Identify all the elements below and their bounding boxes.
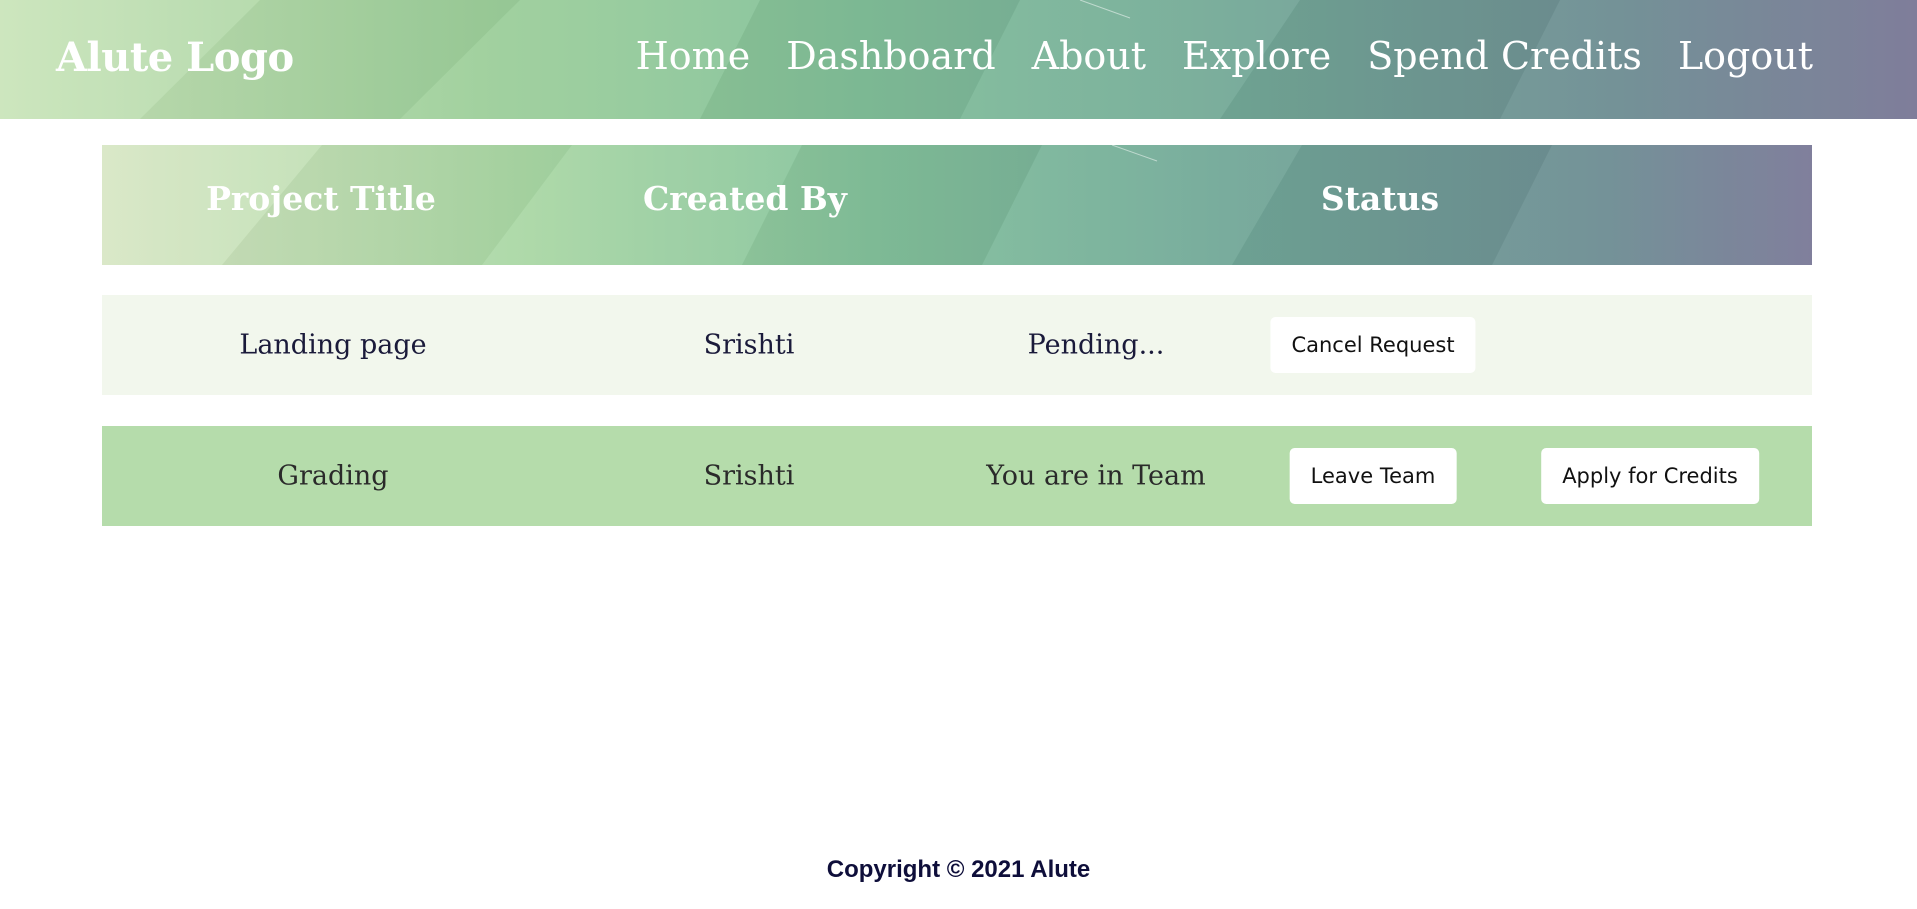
nav-spend-credits-link[interactable]: Spend Credits [1367,34,1642,78]
leave-team-button[interactable]: Leave Team [1289,448,1457,504]
apply-for-credits-button[interactable]: Apply for Credits [1541,448,1759,504]
nav-logout-link[interactable]: Logout [1678,34,1813,78]
nav-links: Home Dashboard About Explore Spend Credi… [636,34,1813,78]
app-logo[interactable]: Alute Logo [56,34,294,81]
nav-home-link[interactable]: Home [636,34,751,78]
status-cell: Pending... [1027,329,1165,361]
created-by-cell: Srishti [703,329,795,361]
navbar: Alute Logo Home Dashboard About Explore … [0,0,1917,119]
nav-about-link[interactable]: About [1032,34,1146,78]
table-row: Landing page Srishti Pending... Cancel R… [102,295,1812,395]
header-project-title: Project Title [206,179,436,218]
nav-explore-link[interactable]: Explore [1182,34,1331,78]
table-header: Project Title Created By Status [102,145,1812,265]
project-title-cell: Landing page [239,329,427,361]
cancel-request-button[interactable]: Cancel Request [1270,317,1476,373]
footer-copyright: Copyright © 2021 Alute [826,856,1091,883]
header-created-by: Created By [643,179,847,218]
created-by-cell: Srishti [703,460,795,492]
header-status: Status [1320,179,1440,218]
nav-dashboard-link[interactable]: Dashboard [786,34,995,78]
table-row: Grading Srishti You are in Team Leave Te… [102,426,1812,526]
project-title-cell: Grading [277,460,389,492]
status-cell: You are in Team [986,460,1206,492]
